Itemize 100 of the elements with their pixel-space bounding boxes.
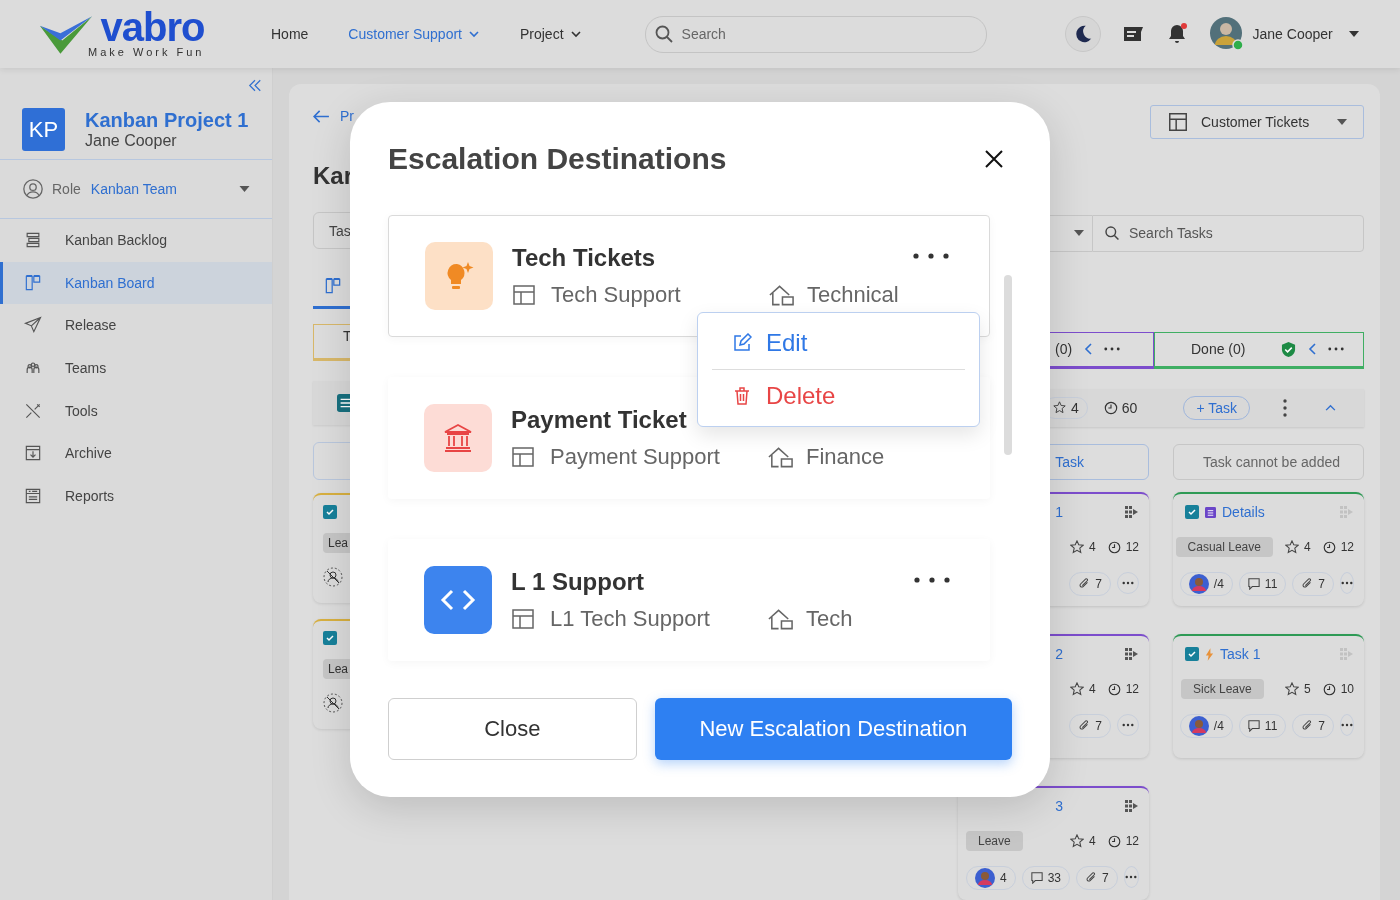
avatar-icon (1188, 716, 1209, 736)
more-icon (1122, 581, 1134, 585)
drag-handle-icon[interactable] (1125, 800, 1139, 812)
paperclip-icon (1301, 720, 1314, 732)
back-link[interactable]: Pr (313, 108, 383, 124)
category-label: Technical (768, 282, 899, 308)
sidebar-item[interactable]: Kanban Backlog (0, 219, 272, 262)
card-title[interactable]: 2 (1055, 646, 1063, 662)
drag-handle-icon[interactable] (1340, 648, 1354, 660)
search-field[interactable]: Search (644, 15, 987, 53)
destination-name: Tech Tickets (512, 244, 657, 272)
collapse-icon[interactable] (248, 78, 262, 92)
queue-label: Payment Support (511, 444, 767, 470)
card-tag: Casual Leave (1175, 537, 1273, 557)
project-owner: Jane Cooper (85, 132, 178, 150)
sidebar-item[interactable]: Teams (0, 346, 272, 390)
drag-handle-icon[interactable] (1340, 506, 1354, 518)
more-icon[interactable] (1104, 347, 1121, 351)
comment-icon (1030, 872, 1043, 884)
scrollbar-thumb[interactable] (1004, 275, 1012, 455)
user-menu[interactable]: Jane Cooper (1208, 16, 1359, 52)
queue-label: L1 Tech Support (511, 606, 767, 632)
paper-plane-icon (23, 315, 43, 336)
more-icon[interactable] (1328, 347, 1345, 351)
home-icon (767, 445, 794, 469)
column-title: (0) (1055, 341, 1073, 357)
sidebar-item[interactable]: Tools (0, 389, 272, 432)
layout-icon (512, 283, 536, 307)
user-icon (22, 178, 44, 200)
comment-icon (1247, 720, 1260, 732)
bolt-icon (1205, 647, 1214, 661)
category-label: Finance (767, 444, 885, 470)
code-icon (424, 566, 492, 634)
sidebar-item[interactable]: Release (0, 304, 272, 347)
drag-handle-icon[interactable] (1125, 506, 1139, 518)
column-title: Done (0) (1191, 341, 1246, 357)
avatar-icon (975, 868, 995, 888)
star-icon (1284, 682, 1299, 696)
nav-link[interactable]: Customer Support (348, 26, 480, 42)
board-title: Kar (313, 162, 355, 190)
sidebar-item[interactable]: Reports (0, 474, 272, 518)
vabro-logo[interactable]: vabro Make Work Fun (38, 10, 218, 58)
board-icon (323, 276, 343, 296)
clock-icon (1107, 540, 1121, 554)
dialog-title: Escalation Destinations (388, 142, 727, 176)
nav-link[interactable]: Project (519, 26, 582, 42)
queue-label: Tech Support (512, 282, 768, 308)
time-estimate: 12 (1107, 834, 1139, 848)
close-icon[interactable] (984, 149, 1004, 169)
caret-icon (1337, 118, 1347, 125)
card-tag: Leave (966, 831, 1023, 851)
bank-icon (424, 404, 492, 472)
task-card[interactable]: Details Casual Leave 4 12 /4 11 7 (1173, 492, 1364, 606)
layout-icon (511, 445, 535, 469)
chevron-up-icon[interactable] (1325, 404, 1336, 412)
card-title[interactable]: Details (1222, 504, 1265, 520)
new-destination-button[interactable]: New Escalation Destination (654, 698, 1012, 760)
dark-mode-button[interactable] (1064, 16, 1101, 52)
task-card[interactable]: 3 Leave 4 12 4 33 7 (958, 786, 1149, 900)
kebab-icon[interactable] (1283, 398, 1287, 417)
view-selector[interactable]: Customer Tickets (1150, 105, 1364, 139)
card-tag: Sick Leave (1181, 679, 1264, 699)
search-tasks-field[interactable]: Search Tasks (1092, 214, 1364, 252)
trash-icon (732, 386, 752, 406)
menu-item[interactable]: Delete (712, 376, 856, 416)
edit-icon (732, 333, 752, 353)
chevron-left-icon[interactable] (1084, 343, 1093, 355)
check-icon (1185, 505, 1199, 519)
unassigned-icon (323, 693, 343, 713)
nav-link[interactable]: Home (271, 26, 309, 42)
project-avatar: KP (22, 108, 65, 151)
clock-icon (1322, 682, 1336, 696)
time-estimate: 60 (1103, 399, 1138, 416)
star-count: 4 (1069, 682, 1096, 696)
check-icon (323, 505, 337, 519)
card-title[interactable]: Task 1 (1220, 646, 1261, 662)
chevron-left-icon[interactable] (1308, 343, 1317, 355)
star-count: 4 (1069, 834, 1096, 848)
clock-icon (1107, 834, 1121, 848)
card-title[interactable]: 3 (1055, 798, 1063, 814)
more-icon (1341, 723, 1353, 727)
role-selector[interactable]: Role Kanban Team (0, 160, 272, 219)
board-icon (23, 272, 43, 293)
more-icon (914, 576, 950, 583)
close-button[interactable]: Close (388, 698, 637, 760)
star-icon (1069, 682, 1084, 696)
time-estimate: 12 (1322, 540, 1354, 554)
clock-icon (1107, 682, 1121, 696)
sidebar-item[interactable]: Archive (0, 431, 272, 475)
search-icon (1104, 224, 1120, 241)
layout-icon (511, 607, 535, 631)
star-icon (1284, 540, 1299, 554)
category-label: Tech (767, 606, 853, 632)
shield-check-icon (1281, 340, 1297, 358)
drag-handle-icon[interactable] (1125, 648, 1139, 660)
task-card[interactable]: Task 1 Sick Leave 5 10 /4 11 7 (1173, 634, 1364, 758)
home-icon (768, 283, 795, 307)
check-icon (323, 631, 337, 645)
chevron-down-icon (569, 28, 582, 40)
caret-icon (1074, 230, 1084, 236)
